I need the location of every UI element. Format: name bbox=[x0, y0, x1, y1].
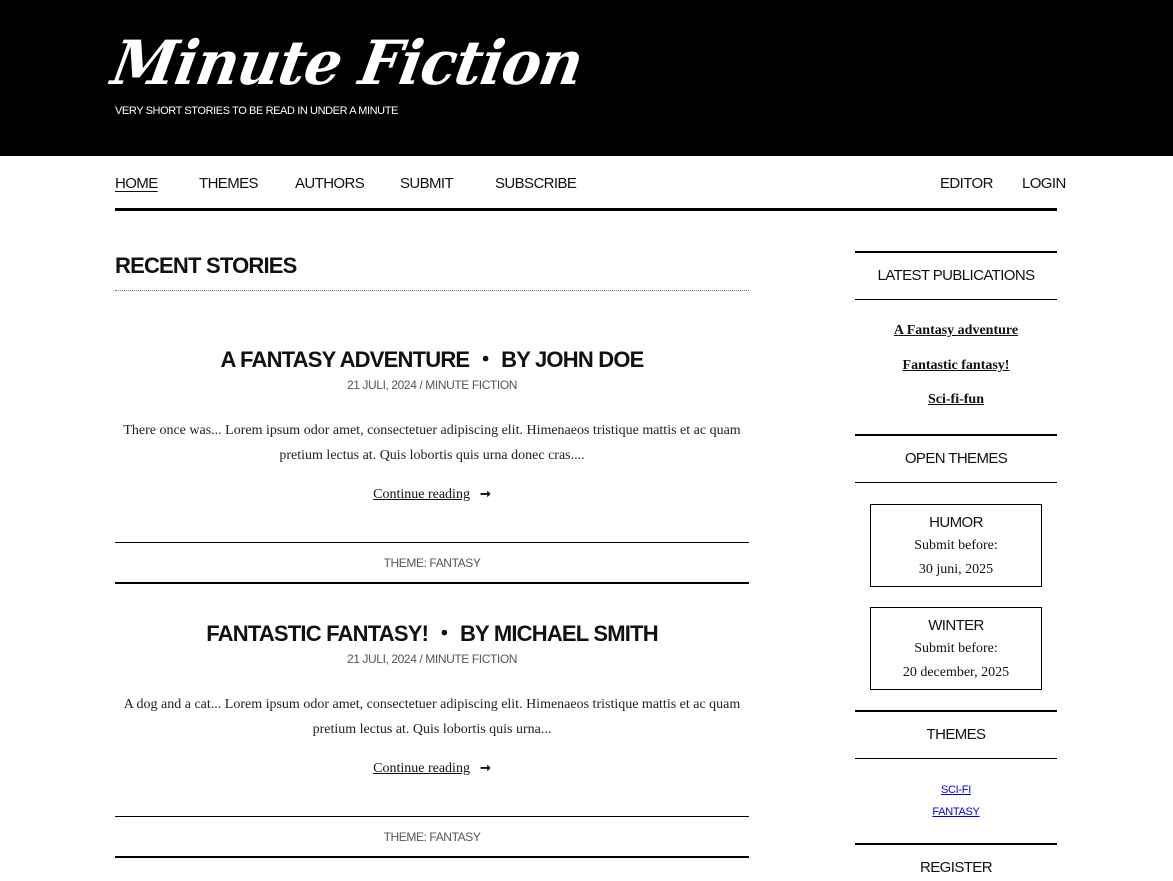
open-theme-name: HUMOR bbox=[929, 514, 983, 531]
open-themes-heading: OPEN THEMES bbox=[855, 434, 1057, 483]
story-card: FANTASTIC FANTASY! ・ BY MICHAEL SMITH 21… bbox=[115, 621, 749, 777]
story-author[interactable]: BY JOHN DOE bbox=[501, 347, 644, 372]
story-category[interactable]: MINUTE FICTION bbox=[425, 652, 517, 666]
right-arrow-icon: ➞ bbox=[479, 486, 491, 501]
open-theme-label: Submit before: bbox=[914, 641, 998, 656]
story-theme-bar: THEME: FANTASY bbox=[115, 816, 749, 858]
nav-themes[interactable]: THEMES bbox=[199, 175, 259, 192]
story-excerpt: A dog and a cat... Lorem ipsum odor amet… bbox=[123, 697, 741, 737]
story-title[interactable]: A FANTASY ADVENTURE ・ BY JOHN DOE bbox=[115, 347, 749, 373]
right-arrow-icon: ➞ bbox=[479, 760, 491, 775]
story-title-text[interactable]: A FANTASY ADVENTURE bbox=[220, 347, 470, 372]
nav-editor[interactable]: EDITOR bbox=[940, 175, 993, 192]
site-header: Minute Fiction VERY SHORT STORIES TO BE … bbox=[0, 0, 1173, 156]
meta-separator: / bbox=[419, 652, 423, 666]
story-title[interactable]: FANTASTIC FANTASY! ・ BY MICHAEL SMITH bbox=[115, 621, 749, 647]
publication-link[interactable]: Sci-fi-fun bbox=[855, 392, 1057, 408]
title-separator: ・ bbox=[474, 347, 497, 372]
story-category[interactable]: MINUTE FICTION bbox=[425, 378, 517, 392]
section-title: RECENT STORIES bbox=[115, 253, 297, 278]
section-divider bbox=[115, 290, 749, 291]
open-theme-label: Submit before: bbox=[914, 538, 998, 553]
story-meta: 21 JULI, 2024 / MINUTE FICTION bbox=[115, 652, 749, 666]
register-heading[interactable]: REGISTER bbox=[855, 843, 1057, 881]
open-theme-card[interactable]: HUMOR Submit before: 30 juni, 2025 bbox=[870, 504, 1042, 587]
title-separator: ・ bbox=[433, 621, 455, 646]
open-theme-deadline: 30 juni, 2025 bbox=[918, 562, 994, 577]
themes-heading: THEMES bbox=[855, 710, 1057, 759]
open-theme-name: WINTER bbox=[928, 617, 984, 634]
main-nav: HOME THEMES AUTHORS SUBMIT SUBSCRIBE EDI… bbox=[115, 156, 1066, 211]
site-tagline: VERY SHORT STORIES TO BE READ IN UNDER A… bbox=[115, 105, 398, 117]
open-theme-card[interactable]: WINTER Submit before: 20 december, 2025 bbox=[870, 607, 1042, 690]
continue-reading-link[interactable]: Continue reading ➞ bbox=[373, 760, 491, 777]
nav-submit[interactable]: SUBMIT bbox=[400, 175, 454, 192]
continue-reading-link[interactable]: Continue reading ➞ bbox=[373, 486, 491, 503]
story-theme-link[interactable]: THEME: FANTASY bbox=[384, 830, 481, 844]
story-excerpt: There once was... Lorem ipsum odor amet,… bbox=[123, 423, 741, 463]
nav-home[interactable]: HOME bbox=[115, 175, 158, 192]
story-card: A FANTASY ADVENTURE ・ BY JOHN DOE 21 JUL… bbox=[115, 347, 749, 503]
meta-separator: / bbox=[419, 378, 423, 392]
nav-login[interactable]: LOGIN bbox=[1022, 175, 1066, 192]
story-title-text[interactable]: FANTASTIC FANTASY! bbox=[206, 621, 429, 646]
continue-reading-label: Continue reading bbox=[373, 487, 470, 502]
story-theme-link[interactable]: THEME: FANTASY bbox=[384, 556, 481, 570]
nav-authors[interactable]: AUTHORS bbox=[295, 175, 365, 192]
story-theme-bar: THEME: FANTASY bbox=[115, 542, 749, 584]
publication-link[interactable]: Fantastic fantasy! bbox=[855, 358, 1057, 374]
publication-link[interactable]: A Fantasy adventure bbox=[855, 323, 1057, 339]
theme-link-scifi[interactable]: SCI-FI bbox=[855, 784, 1057, 796]
continue-reading-label: Continue reading bbox=[373, 761, 470, 776]
open-theme-deadline: 20 december, 2025 bbox=[902, 665, 1010, 680]
nav-subscribe[interactable]: SUBSCRIBE bbox=[495, 175, 577, 192]
story-date: 21 JULI, 2024 bbox=[346, 378, 417, 392]
theme-link-fantasy[interactable]: FANTASY bbox=[855, 806, 1057, 818]
latest-publications-heading: LATEST PUBLICATIONS bbox=[855, 251, 1057, 300]
site-logo[interactable]: Minute Fiction bbox=[107, 27, 588, 98]
story-date: 21 JULI, 2024 bbox=[346, 652, 417, 666]
story-author[interactable]: BY MICHAEL SMITH bbox=[460, 621, 659, 646]
story-meta: 21 JULI, 2024 / MINUTE FICTION bbox=[115, 378, 749, 392]
